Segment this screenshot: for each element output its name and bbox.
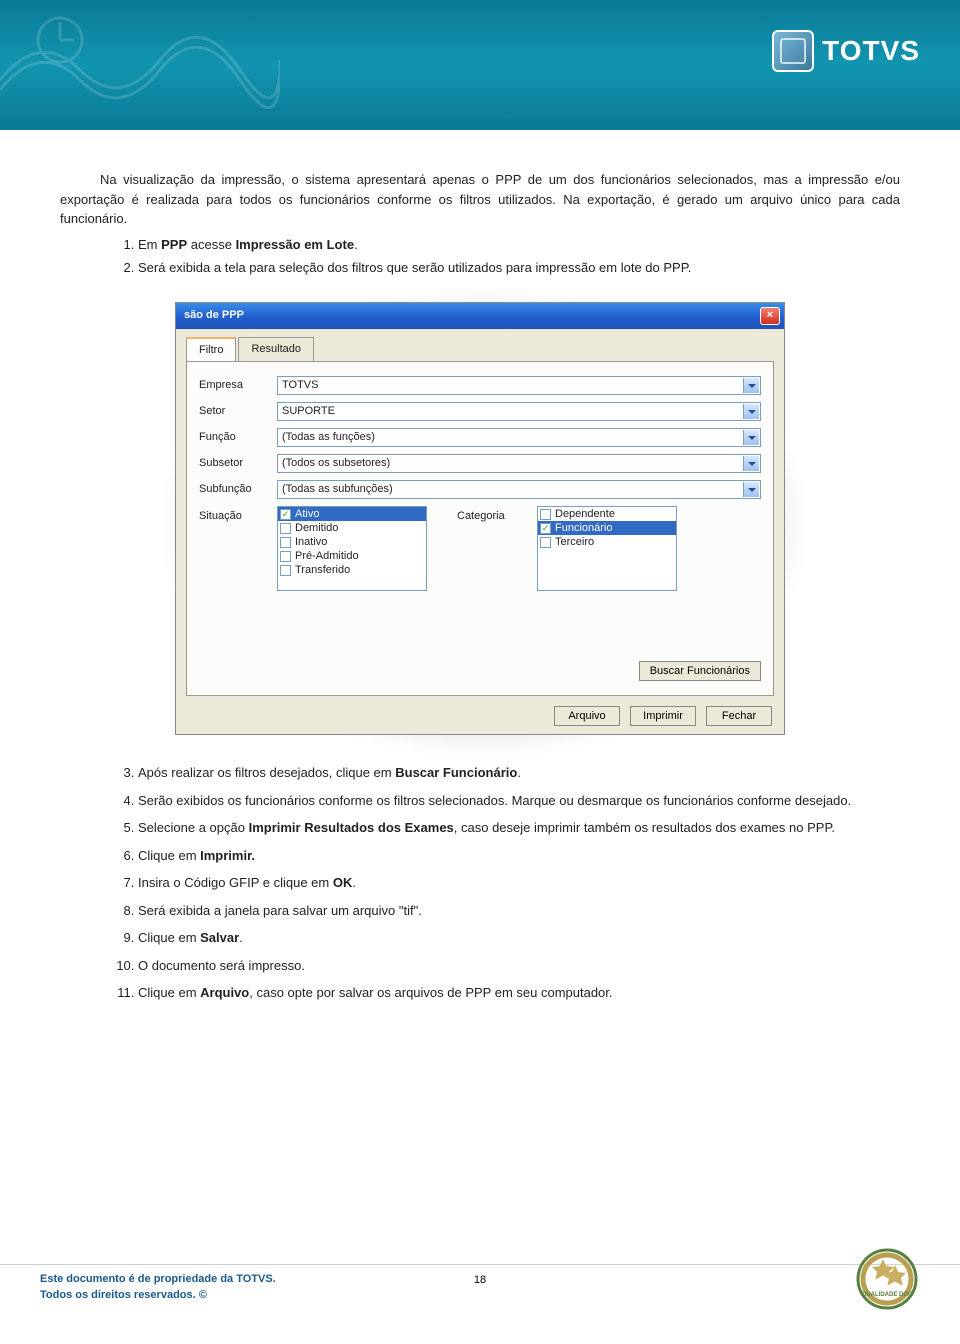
step-7: Insira o Código GFIP e clique em OK. <box>138 873 900 893</box>
checkbox-icon[interactable] <box>540 509 551 520</box>
header-wave-graphic <box>0 10 280 110</box>
step-6: Clique em Imprimir. <box>138 846 900 866</box>
cube-icon <box>772 30 814 72</box>
brand-name: TOTVS <box>822 35 920 67</box>
list-item[interactable]: Transferido <box>278 563 426 577</box>
chevron-down-icon[interactable] <box>743 456 759 471</box>
label-empresa: Empresa <box>199 377 277 394</box>
step-11: Clique em Arquivo, caso opte por salvar … <box>138 983 900 1003</box>
chevron-down-icon[interactable] <box>743 430 759 445</box>
tab-resultado[interactable]: Resultado <box>238 337 314 362</box>
listbox-situacao[interactable]: ✓Ativo Demitido Inativo Pré-Admitido Tra… <box>277 506 427 591</box>
quality-seal-icon: QUALIDADE DOC <box>854 1246 920 1312</box>
checkbox-icon[interactable] <box>280 523 291 534</box>
label-subsetor: Subsetor <box>199 455 277 472</box>
combo-subfuncao[interactable]: (Todas as subfunções) <box>277 480 761 499</box>
step-5: Selecione a opção Imprimir Resultados do… <box>138 818 900 838</box>
tab-filtro[interactable]: Filtro <box>186 337 236 362</box>
step-4: Serão exibidos os funcionários conforme … <box>138 791 900 811</box>
chevron-down-icon[interactable] <box>743 378 759 393</box>
label-setor: Setor <box>199 403 277 420</box>
checkbox-icon[interactable] <box>540 537 551 548</box>
fechar-button[interactable]: Fechar <box>706 706 772 726</box>
page-footer: Este documento é de propriedade da TOTVS… <box>0 1264 960 1324</box>
step-9: Clique em Salvar. <box>138 928 900 948</box>
checkbox-icon[interactable]: ✓ <box>280 509 291 520</box>
combo-setor[interactable]: SUPORTE <box>277 402 761 421</box>
chevron-down-icon[interactable] <box>743 482 759 497</box>
label-categoria: Categoria <box>427 506 537 525</box>
combo-funcao[interactable]: (Todas as funções) <box>277 428 761 447</box>
brand-logo: TOTVS <box>772 30 920 72</box>
step-2: Será exibida a tela para seleção dos fil… <box>138 258 900 278</box>
label-funcao: Função <box>199 429 277 446</box>
listbox-categoria[interactable]: Dependente ✓Funcionário Terceiro <box>537 506 677 591</box>
paragraph-intro: Na visualização da impressão, o sistema … <box>60 170 900 229</box>
combo-subsetor[interactable]: (Todos os subsetores) <box>277 454 761 473</box>
combo-empresa[interactable]: TOTVS <box>277 376 761 395</box>
label-subfuncao: Subfunção <box>199 481 277 498</box>
checkbox-icon[interactable] <box>280 565 291 576</box>
checkbox-icon[interactable] <box>280 551 291 562</box>
footer-line-1: Este documento é de propriedade da TOTVS… <box>40 1273 920 1285</box>
tab-panel-filtro: EmpresaTOTVS SetorSUPORTE Função(Todas a… <box>186 361 774 696</box>
chevron-down-icon[interactable] <box>743 404 759 419</box>
header-band: TOTVS <box>0 0 960 130</box>
list-item[interactable]: Terceiro <box>538 535 676 549</box>
step-3: Após realizar os filtros desejados, cliq… <box>138 763 900 783</box>
dialog-titlebar: são de PPP × <box>176 303 784 329</box>
step-10: O documento será impresso. <box>138 956 900 976</box>
close-button[interactable]: × <box>760 307 780 325</box>
svg-text:QUALIDADE DOC: QUALIDADE DOC <box>862 1292 913 1298</box>
checkbox-icon[interactable]: ✓ <box>540 523 551 534</box>
step-1: Em PPP acesse Impressão em Lote. <box>138 235 900 255</box>
imprimir-button[interactable]: Imprimir <box>630 706 696 726</box>
document-body: Na visualização da impressão, o sistema … <box>0 130 960 1003</box>
embedded-screenshot: são de PPP × Filtro Resultado EmpresaTOT… <box>175 302 785 736</box>
step-8: Será exibida a janela para salvar um arq… <box>138 901 900 921</box>
buscar-button[interactable]: Buscar Funcionários <box>639 661 761 681</box>
footer-line-2: Todos os direitos reservados. © <box>40 1289 920 1301</box>
arquivo-button[interactable]: Arquivo <box>554 706 620 726</box>
checkbox-icon[interactable] <box>280 537 291 548</box>
dialog-window: são de PPP × Filtro Resultado EmpresaTOT… <box>175 302 785 736</box>
dialog-title: são de PPP <box>184 307 760 324</box>
label-situacao: Situação <box>199 506 277 525</box>
